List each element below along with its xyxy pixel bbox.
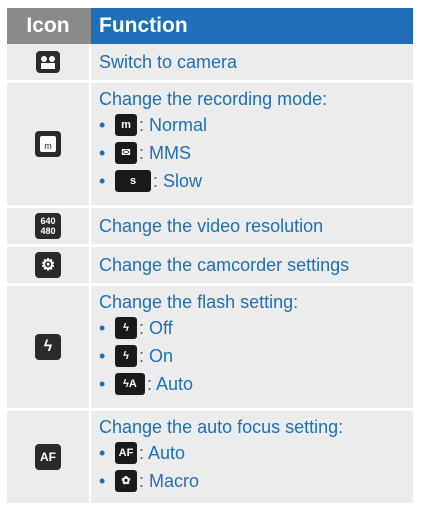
flash-on-icon: ϟ <box>115 345 137 367</box>
flash-icon: ϟ <box>7 286 89 408</box>
table-row: ϟ Change the flash setting: • ϟ: Off • ϟ: … <box>7 286 413 411</box>
autofocus-icon: AF <box>7 411 89 503</box>
flash-off-icon: ϟ <box>115 317 137 339</box>
resolution-icon: 640 480 <box>7 208 89 244</box>
row-function-text: Change the auto focus setting: <box>99 417 344 437</box>
options-list: • ϟ: Off • ϟ: On • ϟA: Auto <box>99 314 413 398</box>
list-item: • AF: Auto <box>99 442 186 464</box>
autofocus-auto-icon: AF <box>115 442 137 464</box>
table-row: AF Change the auto focus setting: • AF: A… <box>7 411 413 506</box>
header-function: Function <box>91 8 413 44</box>
row-function: Change the camcorder settings <box>89 247 413 283</box>
row-function-text: Change the flash setting: <box>99 292 299 312</box>
list-item: • ϟA: Auto <box>99 373 194 395</box>
macro-flower-icon: ✿ <box>115 470 137 492</box>
options-list: • m: Normal • ✉: MMS • s: Slow <box>99 111 413 195</box>
settings-gear-icon: ⚙ <box>7 247 89 283</box>
list-item: • m: Normal <box>99 114 208 136</box>
list-item: • ϟ: On <box>99 345 174 367</box>
row-function: Switch to camera <box>89 44 413 80</box>
slow-motion-icon: s <box>115 170 151 192</box>
header-icon: Icon <box>26 14 70 37</box>
icon-function-table: Icon Function Switch to camera m Change … <box>7 8 413 506</box>
options-list: • AF: Auto • ✿: Macro <box>99 439 413 495</box>
list-item: • s: Slow <box>99 170 203 192</box>
table-row: m Change the recording mode: • m: Normal … <box>7 83 413 208</box>
row-function: Change the flash setting: • ϟ: Off • ϟ: On… <box>89 286 413 408</box>
table-header: Icon Function <box>7 8 413 44</box>
row-function: Change the video resolution <box>89 208 413 244</box>
row-function: Change the recording mode: • m: Normal • ✉… <box>89 83 413 205</box>
svg-text:m: m <box>44 141 52 151</box>
table-row: 640 480 Change the video resolution <box>7 208 413 247</box>
camera-switch-icon <box>7 44 89 80</box>
mms-envelope-icon: ✉ <box>115 142 137 164</box>
table-row: ⚙ Change the camcorder settings <box>7 247 413 286</box>
flash-auto-icon: ϟA <box>115 373 145 395</box>
list-item: • ✿: Macro <box>99 470 200 492</box>
normal-mode-icon: m <box>115 114 137 136</box>
list-item: • ✉: MMS <box>99 142 191 164</box>
normal-mode-icon: m <box>7 83 89 205</box>
list-item: • ϟ: Off <box>99 317 173 339</box>
table-row: Switch to camera <box>7 44 413 83</box>
row-function: Change the auto focus setting: • AF: Auto… <box>89 411 413 503</box>
row-function-text: Change the recording mode: <box>99 89 328 109</box>
